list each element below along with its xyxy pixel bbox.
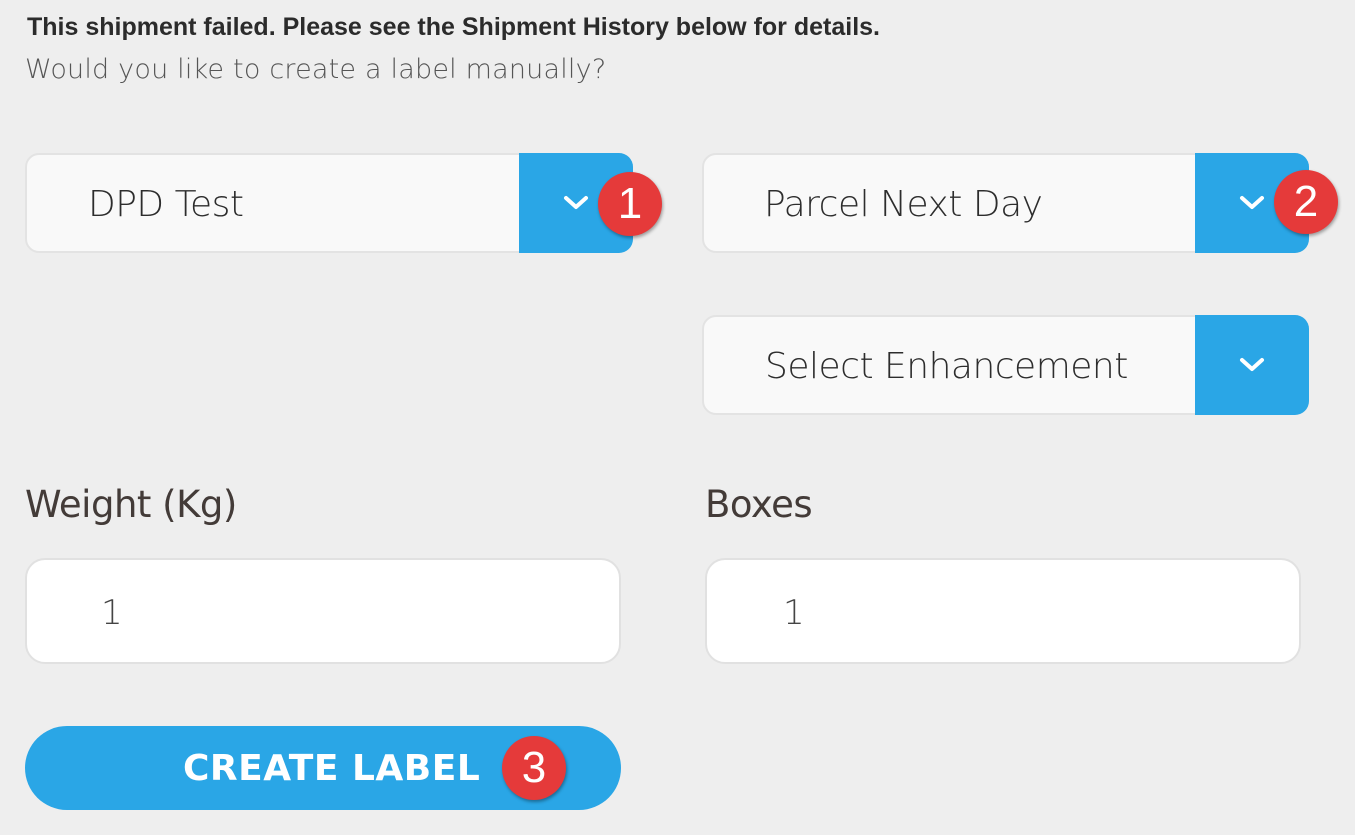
service-select-value: Parcel Next Day: [764, 184, 1043, 225]
chevron-down-icon: [1240, 196, 1264, 209]
shipment-failed-message: This shipment failed. Please see the Shi…: [27, 13, 880, 41]
chevron-down-icon: [1240, 358, 1264, 371]
carrier-select-value: DPD Test: [88, 184, 244, 225]
manual-label-question: Would you like to create a label manuall…: [25, 54, 607, 85]
chevron-down-icon: [564, 196, 588, 209]
carrier-select[interactable]: DPD Test: [25, 153, 633, 253]
boxes-input-value: 1: [783, 593, 805, 633]
enhancement-select-value: Select Enhancement: [765, 346, 1128, 387]
create-label-button-label: CREATE LABEL: [183, 748, 481, 789]
boxes-input[interactable]: 1: [705, 558, 1301, 664]
service-select[interactable]: Parcel Next Day: [702, 153, 1309, 253]
enhancement-select-toggle[interactable]: [1195, 315, 1309, 415]
annotation-badge-2: 2: [1274, 170, 1338, 234]
enhancement-select[interactable]: Select Enhancement: [702, 315, 1309, 415]
boxes-label: Boxes: [705, 483, 813, 526]
annotation-badge-1: 1: [598, 172, 662, 236]
weight-label: Weight (Kg): [25, 483, 237, 526]
weight-input-value: 1: [101, 593, 123, 633]
weight-input[interactable]: 1: [25, 558, 621, 664]
annotation-badge-3: 3: [502, 736, 566, 800]
